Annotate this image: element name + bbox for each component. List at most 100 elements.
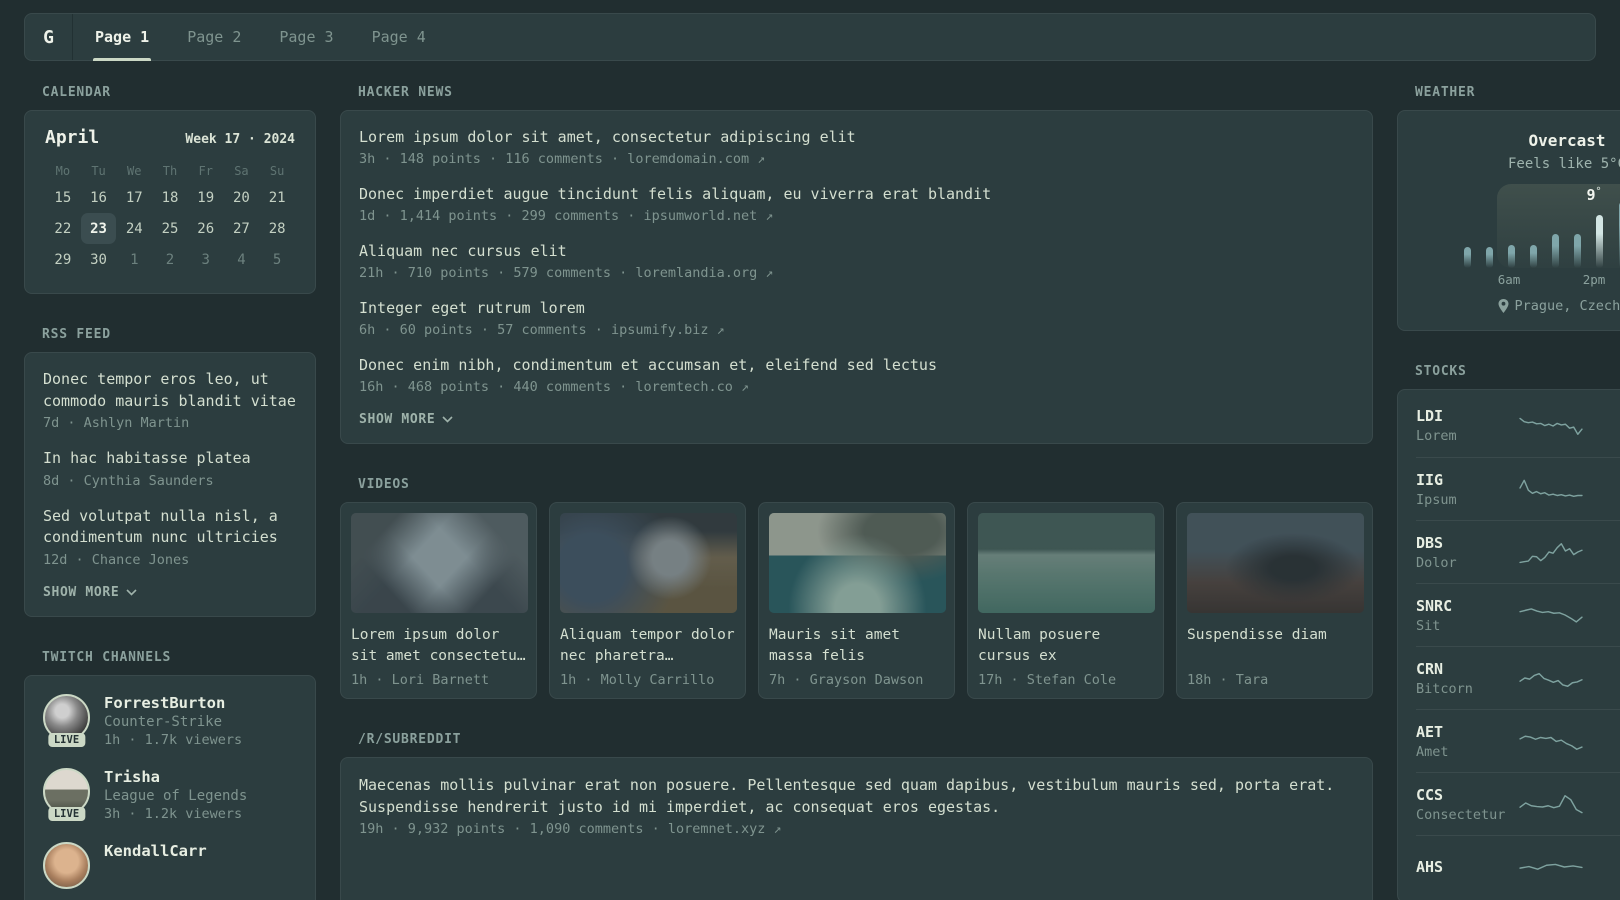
channel-name[interactable]: ForrestBurton [104,694,242,712]
video-thumbnail-fog-figure[interactable] [1187,513,1364,613]
weather-hourly-chart: 9° 6am 2pm 10pm [1464,184,1620,287]
channel-meta: 1h · 1.7k viewers [104,731,243,748]
calendar-day: 28 [268,220,286,237]
tab-page-2[interactable]: Page 2 [187,14,241,60]
stock-row[interactable]: AHS +0.46% [1416,835,1620,898]
video-card[interactable]: Nullam posuere cursus ex 17h · Stefan Co… [967,502,1164,699]
reddit-post-title[interactable]: Maecenas mollis pulvinar erat non posuer… [359,774,1354,818]
stock-ticker[interactable]: DBS [1416,534,1518,552]
hn-item-title[interactable]: Lorem ipsum dolor sit amet, consectetur … [359,127,1354,148]
external-link-icon: ↗ [757,152,766,167]
stock-ticker[interactable]: SNRC [1416,597,1518,615]
video-meta: 1h · Molly Carrillo [560,672,715,688]
stock-row[interactable]: CRN Bitcorn -1.00% $66,171.48 [1416,646,1620,709]
video-card[interactable]: Lorem ipsum dolor sit amet consectetu… 1… [340,502,537,699]
video-title[interactable]: Aliquam tempor dolor nec pharetra… [560,625,735,666]
calendar-day: 15 [54,189,72,206]
tab-page-1[interactable]: Page 1 [92,14,152,61]
avatar [43,841,90,889]
stock-change: +1.36% [1584,598,1620,614]
top-nav: G Page 1 Page 2 Page 3 Page 4 [24,13,1596,61]
calendar-day: 20 [232,189,250,206]
video-thumbnail-canoe-fog[interactable] [978,513,1155,613]
external-link-icon: ↗ [716,323,725,338]
stock-ticker[interactable]: LDI [1416,407,1518,425]
video-thumbnail-camera-hands[interactable] [560,513,737,613]
app-logo[interactable]: G [25,14,72,60]
stock-ticker[interactable]: IIG [1416,471,1518,489]
stock-change: -1.00% [1584,661,1620,677]
stock-row[interactable]: CCS Consectetur +0.51% $165.84 [1416,772,1620,835]
weather-time-labels: 6am 2pm 10pm [1464,272,1620,287]
weather-bars [1464,198,1620,268]
stock-sparkline [1519,417,1583,435]
hn-meta-text: 3h · 148 points · 116 comments · loremdo… [359,151,750,167]
weather-bar [1530,244,1538,268]
videos-row: Lorem ipsum dolor sit amet consectetu… 1… [340,502,1373,699]
videos-section-label: VIDEOS [358,477,410,492]
stock-name: Amet [1416,743,1449,760]
weather-widget: WEATHER Overcast Feels like 5°C 9° 6am 2… [1397,85,1620,331]
twitch-channel-row[interactable]: LIVE Trisha League of Legends 3h · 1.2k … [43,767,297,822]
weather-section-label: WEATHER [1415,85,1476,100]
external-link-icon: ↗ [741,380,749,395]
stock-price: $795.18 [1584,427,1620,443]
hn-item-title[interactable]: Donec imperdiet augue tincidunt felis al… [359,184,1354,205]
page-tabs: Page 1 Page 2 Page 3 Page 4 [73,14,426,61]
rss-item-title[interactable]: In hac habitasse platea [43,448,297,470]
hn-item: Integer eget rutrum lorem 6h · 60 points… [359,298,1354,338]
stock-row[interactable]: LDI Lorem +4.35% $795.18 [1416,394,1620,457]
tab-page-4[interactable]: Page 4 [372,14,426,60]
stock-ticker[interactable]: AHS [1416,858,1518,876]
video-card[interactable]: Aliquam tempor dolor nec pharetra… 1h · … [549,502,746,699]
hn-item: Donec enim nibh, condimentum et accumsan… [359,355,1354,395]
rss-item-title[interactable]: Donec tempor eros leo, ut commodo mauris… [43,369,297,412]
hn-item: Lorem ipsum dolor sit amet, consectetur … [359,127,1354,167]
video-title[interactable]: Mauris sit amet massa felis [769,625,944,666]
rss-item-meta: 7d · Ashlyn Martin [43,415,190,431]
stock-ticker[interactable]: CRN [1416,660,1518,678]
hn-item-title[interactable]: Donec enim nibh, condimentum et accumsan… [359,355,1354,376]
video-title[interactable]: Suspendisse diam [1187,625,1362,666]
video-thumbnail-monoliths-sky[interactable] [351,513,528,613]
hn-item-title[interactable]: Aliquam nec cursus elit [359,241,1354,262]
stocks-widget: STOCKS LDI Lorem +4.35% $795.18 IIG Ipsum +… [1397,364,1620,900]
stock-row[interactable]: IIG Ipsum +2.84% $42.04 [1416,457,1620,520]
video-card[interactable]: Mauris sit amet massa felis 7h · Grayson… [758,502,955,699]
subreddit-section-label: /R/SUBREDDIT [358,732,462,747]
hn-item-title[interactable]: Integer eget rutrum lorem [359,298,1354,319]
stock-ticker[interactable]: AET [1416,723,1518,741]
rss-item-title[interactable]: Sed volutpat nulla nisl, a condimentum n… [43,506,297,549]
video-title[interactable]: Nullam posuere cursus ex [978,625,1153,666]
stock-change: +0.46% [1584,859,1620,875]
stock-price: $66,171.48 [1584,680,1620,696]
twitch-channel-row[interactable]: LIVE ForrestBurton Counter-Strike 1h · 1… [43,693,297,748]
stock-sparkline [1519,735,1583,750]
video-meta: 18h · Tara [1187,672,1269,688]
hn-meta-text: 21h · 710 points · 579 comments · loreml… [359,265,758,281]
stock-price: $156.28 [1584,554,1620,570]
stock-name: Dolor [1416,554,1457,571]
stock-row[interactable]: SNRC Sit +1.36% $148.64 [1416,583,1620,646]
stock-ticker[interactable]: CCS [1416,786,1518,804]
channel-name[interactable]: KendallCarr [104,842,207,860]
stock-row[interactable]: AET Amet +0.92% $499.72 [1416,709,1620,772]
rss-show-more-button[interactable]: SHOW MORE [43,585,297,600]
weather-bar [1508,244,1516,268]
video-title[interactable]: Lorem ipsum dolor sit amet consectetu… [351,625,526,666]
stock-price: $42.04 [1584,491,1620,507]
stock-change: +2.84% [1584,472,1620,488]
tab-page-3[interactable]: Page 3 [279,14,333,60]
stock-name: Sit [1416,617,1441,634]
channel-name[interactable]: Trisha [104,768,247,786]
twitch-channel-row[interactable]: KendallCarr [43,841,297,889]
video-card[interactable]: Suspendisse diam 18h · Tara [1176,502,1373,699]
stock-row[interactable]: DBS Dolor +1.42% $156.28 [1416,520,1620,583]
weekday-label: Tu [91,164,106,178]
video-thumbnail-sea-boat-wake[interactable] [769,513,946,613]
weather-feels-like: Feels like 5°C [1507,156,1620,172]
calendar-day: 18 [161,189,179,206]
stock-sparkline [1519,795,1583,814]
hn-show-more-button[interactable]: SHOW MORE [359,412,1354,427]
channel-meta: 3h · 1.2k viewers [104,805,243,822]
